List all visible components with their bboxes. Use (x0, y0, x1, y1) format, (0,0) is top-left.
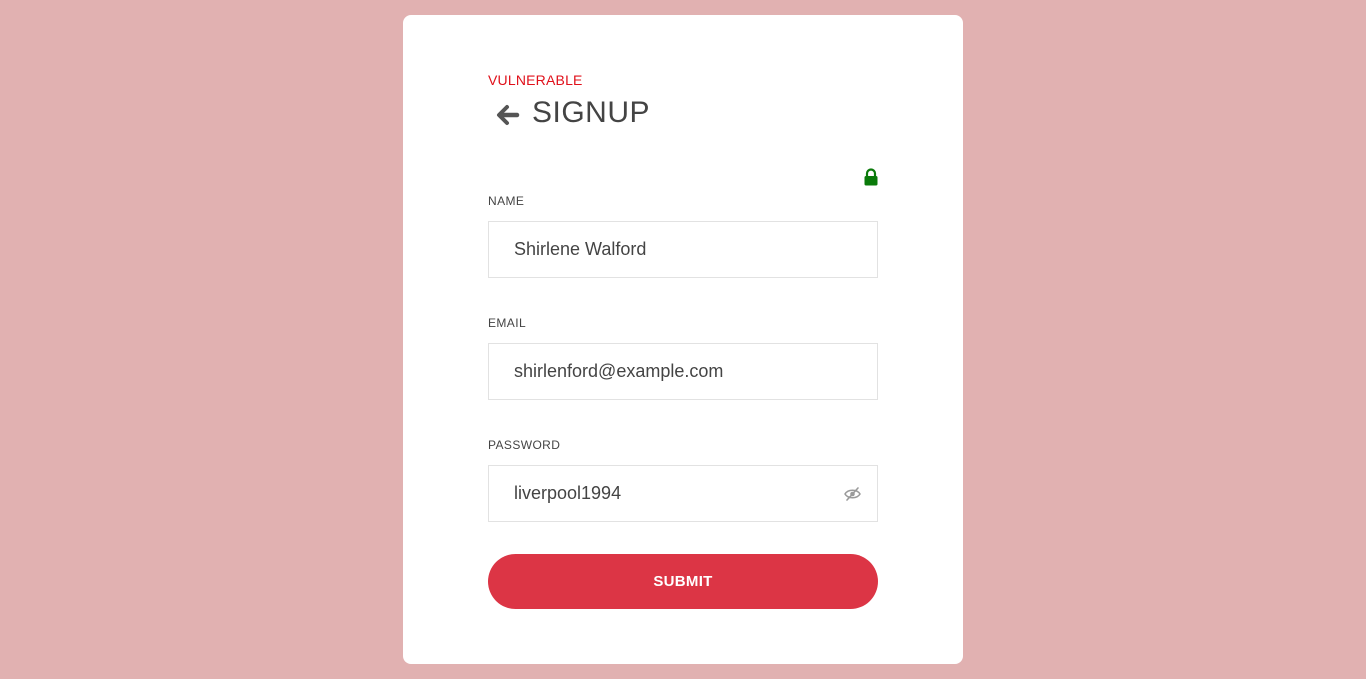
password-value: liverpool1994 (514, 483, 622, 503)
eye-slash-icon[interactable] (844, 486, 861, 502)
email-label: EMAIL (488, 316, 527, 330)
password-label: PASSWORD (488, 438, 561, 452)
name-field[interactable]: Shirlene Walford (488, 221, 878, 278)
page-title: SIGNUP (532, 96, 651, 129)
password-field[interactable]: liverpool1994 (488, 465, 878, 522)
signup-card: VULNERABLE SIGNUP NAME Shirlene Walford … (403, 15, 963, 664)
arrow-left-icon[interactable] (496, 103, 520, 127)
name-label: NAME (488, 194, 525, 208)
submit-button[interactable]: SUBMIT (488, 554, 878, 609)
email-value: shirlenford@example.com (514, 361, 724, 381)
email-field[interactable]: shirlenford@example.com (488, 343, 878, 400)
title-row: SIGNUP (496, 93, 650, 133)
vulnerability-status: VULNERABLE (488, 72, 583, 88)
name-value: Shirlene Walford (514, 239, 647, 259)
lock-icon (863, 168, 879, 186)
